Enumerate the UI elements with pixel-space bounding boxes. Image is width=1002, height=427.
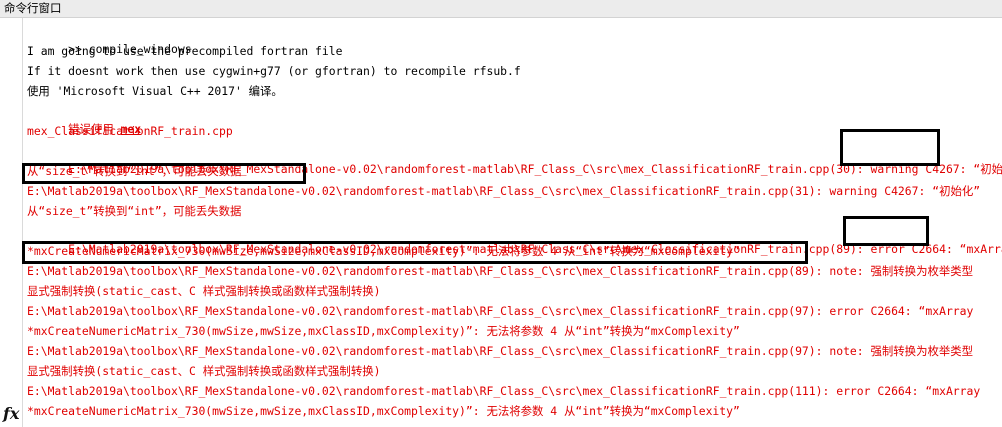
function-browser-icon[interactable]: fx bbox=[3, 405, 19, 423]
output-line: 使用 'Microsoft Visual C++ 2017' 编译。 bbox=[27, 84, 283, 98]
error-message: : “mxArray bbox=[945, 242, 1002, 256]
error-line: 显式强制转换(static_cast、C 样式强制转换或函数样式强制转换) bbox=[27, 284, 381, 298]
output-line: If it doesnt work then use cygwin+g77 (o… bbox=[27, 64, 521, 78]
error-file-line: mex_ClassificationRF_train.cpp bbox=[27, 124, 233, 138]
error-line: *mxCreateNumericMatrix_730(mwSize,mwSize… bbox=[27, 244, 740, 258]
output-line: I am going to use the precompiled fortra… bbox=[27, 44, 343, 58]
error-line: E:\Matlab2019a\toolbox\RF_MexStandalone-… bbox=[27, 184, 981, 198]
error-line: *mxCreateNumericMatrix_730(mwSize,mwSize… bbox=[27, 404, 740, 418]
error-line: 从“size_t”转换到“int”，可能丢失数据 bbox=[27, 204, 242, 218]
command-window: 命令行窗口 fx >> compile_windows I am going t… bbox=[0, 0, 1002, 427]
error-line: 从“size_t”转换到“int”，可能丢失数据 bbox=[27, 164, 242, 178]
error-line: *mxCreateNumericMatrix_730(mwSize,mwSize… bbox=[27, 324, 740, 338]
window-title: 命令行窗口 bbox=[4, 1, 62, 15]
error-code: error C2664 bbox=[870, 242, 946, 256]
error-line: E:\Matlab2019a\toolbox\RF_MexStandalone-… bbox=[27, 264, 974, 278]
warning-code: warning C4267 bbox=[870, 162, 960, 176]
command-gutter: fx bbox=[0, 18, 23, 427]
error-header-line: 错误使用 mex bbox=[27, 102, 141, 136]
command-window-titlebar: 命令行窗口 bbox=[0, 0, 1002, 18]
error-line: E:\Matlab2019a\toolbox\RF_MexStandalone-… bbox=[27, 344, 974, 358]
error-line: E:\Matlab2019a\toolbox\RF_MexStandalone-… bbox=[27, 222, 1002, 256]
command-prompt-line: >> compile_windows bbox=[27, 22, 191, 56]
error-line: E:\Matlab2019a\toolbox\RF_MexStandalone-… bbox=[27, 142, 1002, 176]
error-line: 显式强制转换(static_cast、C 样式强制转换或函数样式强制转换) bbox=[27, 364, 381, 378]
error-line: E:\Matlab2019a\toolbox\RF_MexStandalone-… bbox=[27, 384, 981, 398]
error-message: : “初始化” bbox=[959, 162, 1002, 176]
error-line: E:\Matlab2019a\toolbox\RF_MexStandalone-… bbox=[27, 304, 974, 318]
